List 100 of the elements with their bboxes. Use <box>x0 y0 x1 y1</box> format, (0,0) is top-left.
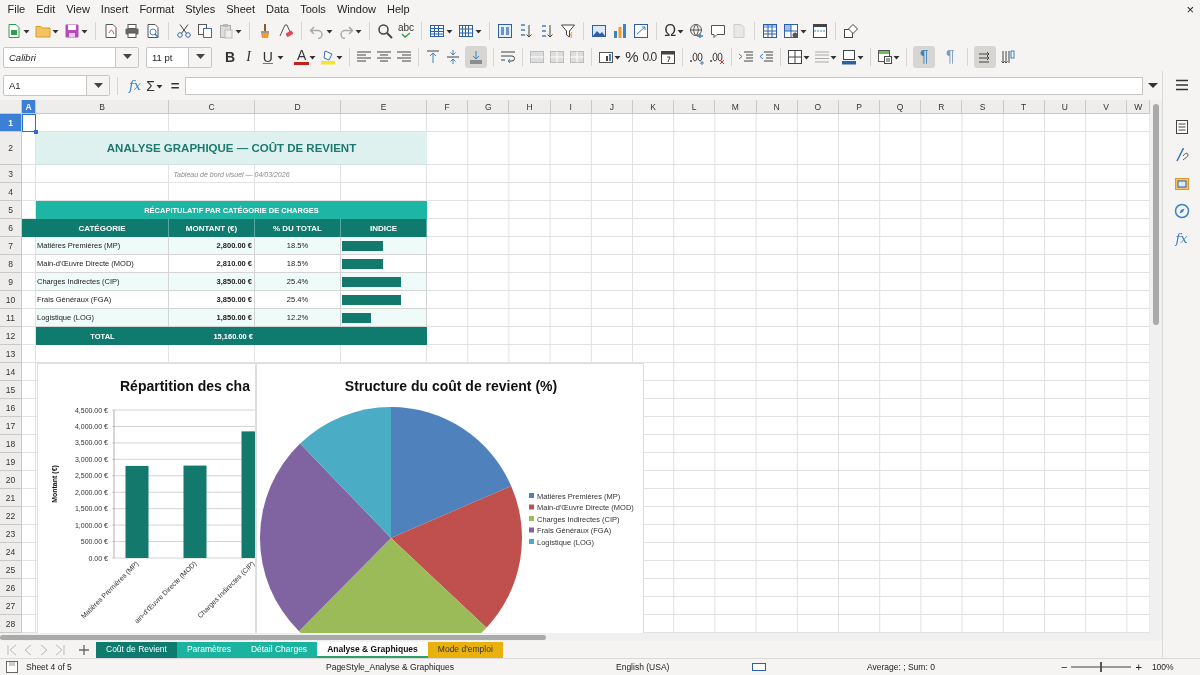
sheet-tab[interactable]: Mode d'emploi <box>427 641 503 658</box>
row-header[interactable]: 20 <box>0 471 22 489</box>
vertical-scrollbar[interactable] <box>1150 100 1162 633</box>
scissors-icon[interactable] <box>176 22 192 39</box>
check-icon[interactable] <box>401 32 412 38</box>
sheet-tab[interactable]: Coût de Revient <box>96 641 177 658</box>
merge-cells-icon[interactable] <box>529 49 546 65</box>
row-header[interactable]: 13 <box>0 345 22 363</box>
caret-icon[interactable] <box>195 54 205 60</box>
row-header[interactable]: 6 <box>0 219 22 237</box>
unmerge-cells-icon[interactable] <box>569 49 586 65</box>
comment-icon[interactable] <box>710 22 727 39</box>
filter-icon[interactable] <box>560 22 577 39</box>
split-window-icon[interactable] <box>812 22 829 39</box>
align-middle-icon[interactable] <box>445 49 462 65</box>
italic-button[interactable]: I <box>246 49 251 65</box>
menu-icon[interactable] <box>1173 77 1190 93</box>
bold-button[interactable]: B <box>225 49 236 65</box>
functions-button[interactable]: fx <box>1175 231 1188 247</box>
column-header[interactable]: F <box>427 100 469 114</box>
close-button[interactable]: × <box>1186 1 1200 17</box>
shapes-icon[interactable] <box>843 22 860 39</box>
row-header[interactable]: 8 <box>0 255 22 273</box>
underline-button[interactable]: U <box>262 49 273 65</box>
delete-decimal-icon[interactable] <box>709 49 726 65</box>
menu-item[interactable]: Edit <box>30 3 61 15</box>
hyperlink-icon[interactable] <box>689 22 706 39</box>
horizontal-scrollbar[interactable] <box>0 633 1162 641</box>
search-icon[interactable] <box>377 22 393 39</box>
row-header[interactable]: 19 <box>0 453 22 471</box>
column-header[interactable]: N <box>756 100 798 114</box>
navigator-icon[interactable] <box>1173 203 1190 219</box>
selected-cell[interactable] <box>22 114 36 132</box>
function-wizard-button[interactable]: fx <box>129 77 142 94</box>
row-header[interactable]: 2 <box>0 132 22 165</box>
image-icon[interactable] <box>591 22 608 39</box>
row-header[interactable]: 14 <box>0 363 22 381</box>
menu-item[interactable]: Data <box>260 3 295 15</box>
sum-button[interactable]: Σ <box>146 77 155 94</box>
row-header[interactable]: 23 <box>0 525 22 543</box>
menu-item[interactable]: Sheet <box>220 3 261 15</box>
border-color-icon[interactable] <box>841 49 858 65</box>
column-header[interactable]: G <box>468 100 510 114</box>
printer-icon[interactable] <box>124 22 140 39</box>
menu-item[interactable]: Styles <box>179 3 221 15</box>
row-header[interactable]: 24 <box>0 543 22 561</box>
column-header[interactable]: Q <box>880 100 922 114</box>
row-header[interactable]: 9 <box>0 273 22 291</box>
menu-item[interactable]: View <box>60 3 96 15</box>
row-header[interactable]: 12 <box>0 327 22 345</box>
font-color-button[interactable]: A <box>293 49 310 65</box>
add-decimal-icon[interactable] <box>689 49 706 65</box>
percent-button[interactable]: % <box>625 49 639 65</box>
column-header[interactable]: C <box>169 100 255 114</box>
menu-item[interactable]: Window <box>331 3 382 15</box>
name-box[interactable]: A1 <box>3 75 110 96</box>
chart-icon[interactable] <box>612 22 629 39</box>
column-header[interactable]: D <box>255 100 341 114</box>
column-header[interactable]: R <box>921 100 963 114</box>
special-character-button[interactable]: Ω <box>664 22 677 39</box>
row-header[interactable]: 28 <box>0 615 22 633</box>
pdf-document-icon[interactable] <box>103 22 119 39</box>
font-size-field[interactable]: 11 pt <box>146 46 212 68</box>
column-header[interactable]: O <box>797 100 839 114</box>
menu-item[interactable]: Help <box>381 3 416 15</box>
column-header[interactable]: B <box>36 100 169 114</box>
print-preview-icon[interactable] <box>145 22 161 39</box>
row-header[interactable]: 22 <box>0 507 22 525</box>
columns-icon[interactable] <box>458 22 475 39</box>
column-header[interactable]: J <box>591 100 633 114</box>
column-header[interactable]: S <box>962 100 1004 114</box>
row-header[interactable]: 4 <box>0 183 22 201</box>
row-header[interactable]: 26 <box>0 579 22 597</box>
column-header[interactable]: A <box>22 100 36 114</box>
rows-icon[interactable] <box>429 22 446 39</box>
column-header[interactable]: T <box>1003 100 1045 114</box>
column-header[interactable]: I <box>550 100 592 114</box>
pivot-table-icon[interactable] <box>633 22 650 39</box>
column-header[interactable]: V <box>1086 100 1128 114</box>
row-header[interactable]: 7 <box>0 237 22 255</box>
menu-item[interactable]: Insert <box>95 3 134 15</box>
calendar-icon[interactable] <box>660 49 677 65</box>
styles-icon[interactable] <box>1173 147 1190 163</box>
properties-icon[interactable] <box>1173 119 1190 135</box>
row-header[interactable]: 27 <box>0 597 22 615</box>
row-header[interactable]: 18 <box>0 435 22 453</box>
menu-item[interactable]: Tools <box>294 3 332 15</box>
zoom-out-button[interactable]: − <box>1057 661 1072 673</box>
column-header[interactable]: K <box>632 100 675 114</box>
row-header[interactable]: 15 <box>0 381 22 399</box>
clipboard-icon[interactable] <box>218 22 234 39</box>
highlighter-icon[interactable] <box>320 49 337 65</box>
caret-icon[interactable] <box>93 82 103 89</box>
clear-formatting-icon[interactable] <box>278 22 294 39</box>
row-header[interactable]: 21 <box>0 489 22 507</box>
row-header[interactable]: 25 <box>0 561 22 579</box>
conditional-format-icon[interactable] <box>877 49 894 65</box>
caret-icon[interactable] <box>122 54 132 60</box>
row-header[interactable]: 17 <box>0 417 22 435</box>
wrap-text-icon[interactable] <box>500 49 517 65</box>
